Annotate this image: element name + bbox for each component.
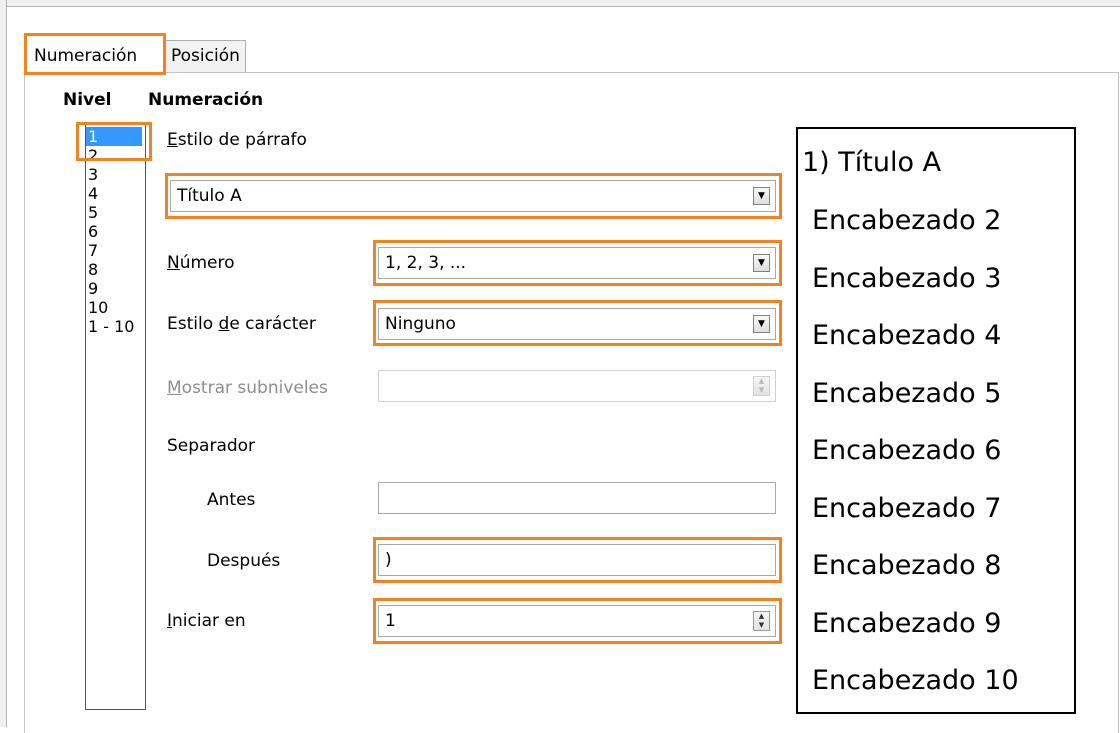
preview-line-10: Encabezado 10: [812, 665, 1019, 696]
paragraph-style-value: Título A: [177, 186, 242, 206]
char-style-label-u: d: [218, 314, 230, 334]
level-header: Nivel: [63, 90, 112, 110]
char-style-label: Estilo de carácter: [167, 314, 316, 334]
paragraph-style-label-text: stilo de párrafo: [177, 130, 307, 150]
preview-line-1: 1) Título A: [802, 147, 942, 178]
level-item-5[interactable]: 5: [86, 203, 145, 222]
number-select[interactable]: 1, 2, 3, ... ▼: [378, 247, 776, 279]
preview-line-6: Encabezado 6: [812, 435, 1002, 466]
after-value: ): [385, 550, 392, 570]
sublevels-spinner: ▲ ▼: [378, 370, 776, 402]
char-style-label-post: e carácter: [229, 314, 316, 334]
level-list[interactable]: 1 2 3 4 5 6 7 8 9 10 1 - 10: [85, 123, 146, 710]
numbering-header: Numeración: [148, 90, 264, 110]
preview-line-4: Encabezado 4: [812, 320, 1002, 351]
chevron-down-icon[interactable]: ▼: [753, 187, 770, 205]
preview-line-2: Encabezado 2: [812, 205, 1002, 236]
number-label-text: úmero: [179, 253, 235, 273]
spinner-arrows-icon[interactable]: ▲ ▼: [753, 611, 770, 631]
char-style-value: Ninguno: [385, 314, 456, 334]
before-input[interactable]: [378, 482, 776, 514]
window-top-border: [0, 0, 1120, 7]
preview-line-9: Encabezado 9: [812, 608, 1002, 639]
numbering-preview: 1) Título A Encabezado 2 Encabezado 3 En…: [796, 127, 1076, 714]
level-item-8[interactable]: 8: [86, 260, 145, 279]
paragraph-style-select[interactable]: Título A ▼: [170, 180, 776, 212]
start-at-label: Iniciar en: [167, 611, 246, 631]
preview-line-5: Encabezado 5: [812, 378, 1002, 409]
preview-line-3: Encabezado 3: [812, 263, 1002, 294]
after-input[interactable]: ): [378, 544, 776, 576]
tab-numeracion[interactable]: Numeración: [28, 38, 144, 74]
level-item-2[interactable]: 2: [86, 146, 145, 165]
level-item-all[interactable]: 1 - 10: [86, 317, 145, 336]
before-label: Antes: [207, 490, 256, 510]
start-at-label-text: niciar en: [172, 611, 246, 631]
sublevels-label-text: ostrar subniveles: [181, 378, 328, 398]
char-style-select[interactable]: Ninguno ▼: [378, 308, 776, 340]
after-label: Después: [207, 551, 281, 571]
level-item-7[interactable]: 7: [86, 241, 145, 260]
chevron-down-icon[interactable]: ▼: [753, 254, 770, 272]
level-item-9[interactable]: 9: [86, 279, 145, 298]
tab-posicion[interactable]: Posición: [166, 40, 246, 72]
preview-line-8: Encabezado 8: [812, 550, 1002, 581]
level-item-10[interactable]: 10: [86, 298, 145, 317]
number-label: Número: [167, 253, 235, 273]
separator-label: Separador: [167, 436, 256, 456]
window-left-border: [0, 0, 7, 727]
level-item-1[interactable]: 1: [86, 127, 142, 146]
level-item-4[interactable]: 4: [86, 184, 145, 203]
sublevels-label: Mostrar subniveles: [167, 378, 328, 398]
spinner-arrows-icon: ▲ ▼: [753, 376, 770, 396]
level-item-3[interactable]: 3: [86, 165, 145, 184]
paragraph-style-label: Estilo de párrafo: [167, 130, 307, 150]
char-style-label-pre: Estilo: [167, 314, 219, 334]
start-at-spinner[interactable]: 1 ▲ ▼: [378, 605, 776, 637]
chevron-down-icon[interactable]: ▼: [753, 315, 770, 333]
level-item-6[interactable]: 6: [86, 222, 145, 241]
preview-line-7: Encabezado 7: [812, 493, 1002, 524]
start-at-value: 1: [385, 611, 396, 631]
number-value: 1, 2, 3, ...: [385, 253, 467, 273]
